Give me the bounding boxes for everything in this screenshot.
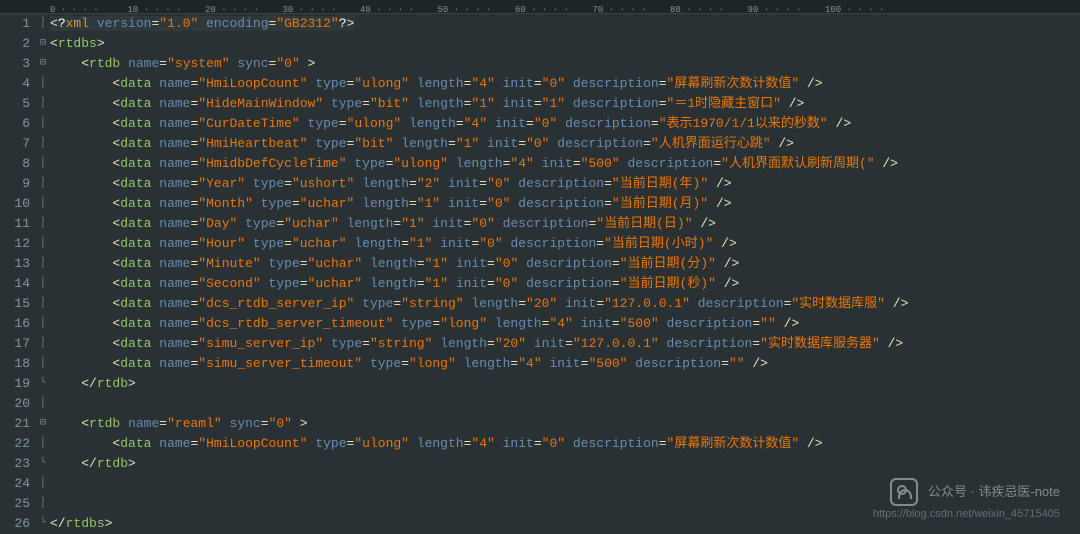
watermark-text: 公众号 · 讳疾忌医-note — [928, 482, 1060, 502]
code-editor[interactable]: 1234567891011121314151617181920212223242… — [0, 14, 1080, 534]
fold-gutter[interactable]: │⊟⊟│││││││││││││││└│⊟│└││└ — [36, 14, 50, 534]
line-number-gutter: 1234567891011121314151617181920212223242… — [0, 14, 36, 534]
code-line[interactable]: <data name="Minute" type="uchar" length=… — [50, 254, 1080, 274]
code-line[interactable]: </rtdb> — [50, 374, 1080, 394]
code-line[interactable]: <data name="dcs_rtdb_server_ip" type="st… — [50, 294, 1080, 314]
code-line[interactable]: <rtdb name="reaml" sync="0" > — [50, 414, 1080, 434]
code-line[interactable]: <data name="simu_server_ip" type="string… — [50, 334, 1080, 354]
code-line[interactable]: </rtdb> — [50, 454, 1080, 474]
code-line[interactable]: <data name="CurDateTime" type="ulong" le… — [50, 114, 1080, 134]
code-line[interactable]: <data name="dcs_rtdb_server_timeout" typ… — [50, 314, 1080, 334]
code-line[interactable]: <data name="HmiLoopCount" type="ulong" l… — [50, 434, 1080, 454]
watermark-url: https://blog.csdn.net/weixin_45715405 — [873, 504, 1060, 524]
code-line[interactable]: <data name="Second" type="uchar" length=… — [50, 274, 1080, 294]
code-line[interactable] — [50, 394, 1080, 414]
ruler: 0 · · · · 10 · · · · 20 · · · · 30 · · ·… — [0, 0, 1080, 14]
code-line[interactable]: <data name="HmiHeartbeat" type="bit" len… — [50, 134, 1080, 154]
code-line[interactable]: <data name="Month" type="uchar" length="… — [50, 194, 1080, 214]
code-line[interactable]: <data name="simu_server_timeout" type="l… — [50, 354, 1080, 374]
code-line[interactable]: <rtdb name="system" sync="0" > — [50, 54, 1080, 74]
code-line[interactable]: <?xml version="1.0" encoding="GB2312"?> — [50, 14, 1080, 34]
code-line[interactable]: <data name="HmiLoopCount" type="ulong" l… — [50, 74, 1080, 94]
watermark: 公众号 · 讳疾忌医-note — [890, 478, 1060, 506]
wechat-icon — [890, 478, 918, 506]
code-line[interactable]: <rtdbs> — [50, 34, 1080, 54]
code-line[interactable]: <data name="Hour" type="uchar" length="1… — [50, 234, 1080, 254]
code-line[interactable]: <data name="HideMainWindow" type="bit" l… — [50, 94, 1080, 114]
code-line[interactable]: <data name="Day" type="uchar" length="1"… — [50, 214, 1080, 234]
code-area[interactable]: <?xml version="1.0" encoding="GB2312"?><… — [50, 14, 1080, 534]
code-line[interactable]: <data name="HmidbDefCycleTime" type="ulo… — [50, 154, 1080, 174]
code-line[interactable]: <data name="Year" type="ushort" length="… — [50, 174, 1080, 194]
